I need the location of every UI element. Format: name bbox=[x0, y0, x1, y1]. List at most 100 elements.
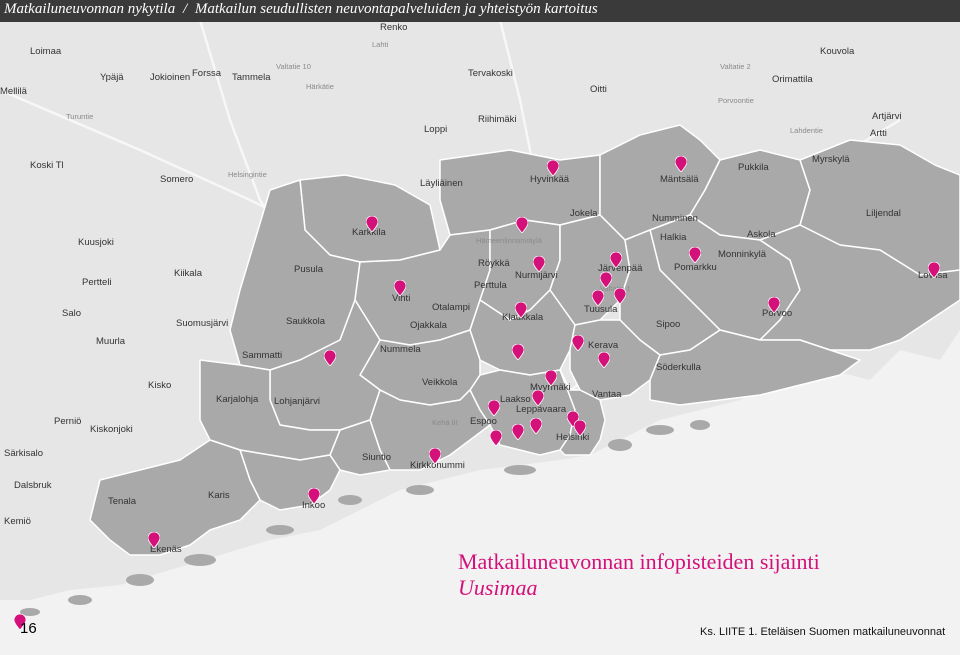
info-point-pin-icon[interactable] bbox=[927, 261, 941, 279]
place-label: Oitti bbox=[590, 84, 607, 95]
place-label: Monninkylä bbox=[718, 249, 767, 260]
place-label: Jokela bbox=[570, 208, 598, 219]
place-label: Tenala bbox=[108, 496, 136, 507]
info-point-pin-icon[interactable] bbox=[674, 155, 688, 173]
info-point-pin-icon[interactable] bbox=[147, 531, 161, 549]
info-point-pin-icon[interactable] bbox=[428, 447, 442, 465]
info-point-pin-icon[interactable] bbox=[489, 429, 503, 447]
footnote: Ks. LIITE 1. Eteläisen Suomen matkailune… bbox=[700, 626, 946, 638]
info-point-pin-icon[interactable] bbox=[487, 399, 501, 417]
info-point-pin-icon[interactable] bbox=[688, 246, 702, 264]
header-bar: Matkailuneuvonnan nykytila / Matkailun s… bbox=[0, 0, 960, 22]
info-point-pin-icon[interactable] bbox=[307, 487, 321, 505]
place-label: Myrskylä bbox=[812, 154, 850, 165]
place-label: Särkisalo bbox=[4, 448, 44, 459]
place-label: Numminen bbox=[652, 213, 698, 224]
place-label: Espoo bbox=[470, 416, 497, 427]
place-label: Läyliäinen bbox=[420, 178, 463, 189]
road-label: Valtatie 2 bbox=[720, 62, 751, 71]
place-label: Halkia bbox=[660, 232, 687, 243]
place-label: Saukkola bbox=[286, 316, 326, 327]
info-point-pin-icon[interactable] bbox=[609, 251, 623, 269]
place-label: Loppi bbox=[424, 124, 448, 135]
place-label: Tammela bbox=[232, 72, 271, 83]
map-caption: Matkailuneuvonnan infopisteiden sijainti… bbox=[458, 549, 820, 601]
title-part-1: Matkailuneuvonnan nykytila bbox=[4, 1, 176, 17]
place-label: Pukkila bbox=[738, 162, 769, 173]
place-label: Pusula bbox=[294, 264, 324, 275]
place-label: Liljendal bbox=[866, 208, 901, 219]
place-label: Vantaa bbox=[592, 389, 622, 400]
place-label: Mäntsälä bbox=[660, 174, 699, 185]
caption-subtitle: Uusimaa bbox=[458, 575, 538, 600]
place-label: Perttula bbox=[474, 280, 507, 291]
place-label: Kouvola bbox=[820, 46, 855, 57]
info-point-pin-icon[interactable] bbox=[515, 216, 529, 234]
place-label: Kiikala bbox=[174, 268, 202, 279]
info-point-pin-icon[interactable] bbox=[573, 419, 587, 437]
info-point-pin-icon[interactable] bbox=[365, 215, 379, 233]
road-label: Turuntie bbox=[66, 112, 94, 121]
place-label: Kerava bbox=[588, 340, 619, 351]
place-label: Suomusjärvi bbox=[176, 318, 229, 329]
place-label: Pertteli bbox=[82, 277, 112, 288]
caption-title: Matkailuneuvonnan infopisteiden sijainti bbox=[458, 549, 820, 574]
place-label: Röykkä bbox=[478, 258, 510, 269]
place-label: Söderkulla bbox=[656, 362, 701, 373]
place-label: Kuusjoki bbox=[78, 237, 114, 248]
info-point-pin-icon[interactable] bbox=[599, 271, 613, 289]
place-label: Otalampi bbox=[432, 302, 471, 313]
info-point-pin-icon[interactable] bbox=[544, 369, 558, 387]
info-point-pin-icon[interactable] bbox=[529, 417, 543, 435]
info-point-pin-icon[interactable] bbox=[591, 289, 605, 307]
place-label: Karis bbox=[208, 490, 230, 501]
road-label: Härkätie bbox=[306, 82, 334, 91]
info-point-pin-icon[interactable] bbox=[597, 351, 611, 369]
place-label: Sammatti bbox=[242, 350, 283, 361]
place-label: Kemiö bbox=[4, 516, 31, 527]
page-title: Matkailuneuvonnan nykytila / Matkailun s… bbox=[4, 1, 602, 18]
place-label: Artjärvi bbox=[872, 111, 902, 122]
road-label: Kehä III bbox=[432, 418, 458, 427]
info-point-pin-icon[interactable] bbox=[511, 343, 525, 361]
road-label: Valtatie 10 bbox=[276, 62, 311, 71]
title-part-2: Matkailun seudullisten neuvontapalveluid… bbox=[194, 1, 598, 17]
place-label: Salo bbox=[62, 308, 82, 319]
info-point-pin-icon[interactable] bbox=[532, 255, 546, 273]
place-label: Veikkola bbox=[422, 377, 458, 388]
place-label: Orimattila bbox=[772, 74, 813, 85]
info-point-pin-icon[interactable] bbox=[613, 287, 627, 305]
place-label: Forssa bbox=[192, 68, 222, 79]
place-label: Muurla bbox=[96, 336, 126, 347]
place-label: Ojakkala bbox=[410, 320, 447, 331]
place-label: Sipoo bbox=[656, 319, 681, 330]
place-label: Askola bbox=[747, 229, 776, 240]
info-point-pin-icon[interactable] bbox=[514, 301, 528, 319]
page-number: 16 bbox=[20, 620, 37, 637]
road-label: Lahdentie bbox=[790, 126, 823, 135]
place-label: Karjalohja bbox=[216, 394, 259, 405]
place-label: Kisko bbox=[148, 380, 172, 391]
place-label: Somero bbox=[160, 174, 194, 185]
place-label: Nummela bbox=[380, 344, 421, 355]
title-separator: / bbox=[182, 1, 188, 17]
road-label: Helsingintie bbox=[228, 170, 267, 179]
info-point-pin-icon[interactable] bbox=[393, 279, 407, 297]
info-point-pin-icon[interactable] bbox=[531, 389, 545, 407]
info-point-pin-icon[interactable] bbox=[511, 423, 525, 441]
place-label: Riihimäki bbox=[478, 114, 517, 125]
info-point-pin-icon[interactable] bbox=[767, 296, 781, 314]
place-label: Kiskonjoki bbox=[90, 424, 133, 435]
place-label: Tervakoski bbox=[468, 68, 513, 79]
place-label: Lohjanjärvi bbox=[274, 396, 320, 407]
info-point-pin-icon[interactable] bbox=[323, 349, 337, 367]
road-label: Lahti bbox=[372, 40, 389, 49]
road-label: Porvoontie bbox=[718, 96, 754, 105]
place-label: Jokioinen bbox=[150, 72, 191, 83]
info-point-pin-icon[interactable] bbox=[546, 159, 560, 177]
place-label: Renko bbox=[380, 22, 408, 33]
place-label: Loimaa bbox=[30, 46, 62, 57]
place-label: Pomarkku bbox=[674, 262, 717, 273]
place-label: Artti bbox=[870, 128, 887, 139]
info-point-pin-icon[interactable] bbox=[571, 334, 585, 352]
